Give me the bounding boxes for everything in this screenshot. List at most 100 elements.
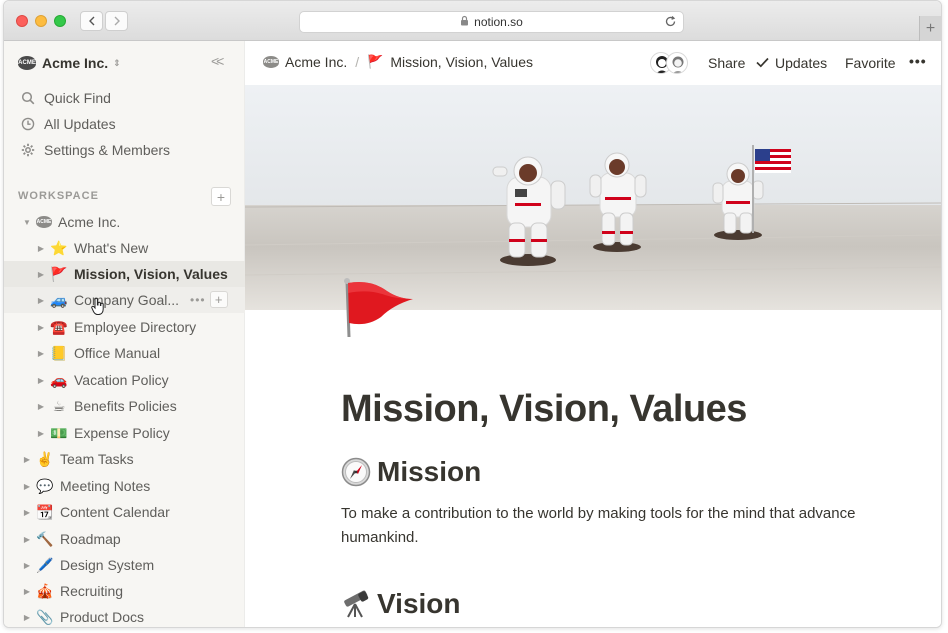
triangle-right-icon[interactable]: ▶: [22, 561, 32, 570]
browser-window: notion.so + ACME Acme Inc. ⇕ << Quick Fi…: [3, 0, 942, 628]
sidebar-item-label: Office Manual: [74, 345, 161, 361]
address-bar[interactable]: notion.so: [299, 11, 684, 33]
breadcrumb-separator: /: [355, 54, 360, 70]
checkmark-icon: [756, 55, 769, 71]
page-icon-flag[interactable]: [341, 277, 415, 344]
mission-paragraph[interactable]: To make a contribution to the world by m…: [341, 502, 861, 550]
workspace-switcher[interactable]: ACME Acme Inc. ⇕: [18, 53, 121, 73]
triangle-right-icon[interactable]: ▶: [36, 323, 46, 332]
car-icon: 🚗: [50, 371, 68, 388]
sidebar-item-meeting-notes[interactable]: ▶ 💬 Meeting Notes: [4, 473, 245, 499]
sidebar-item-label: Design System: [60, 557, 155, 573]
all-updates-item[interactable]: All Updates: [4, 111, 245, 137]
sidebar-item-mission-vision-values[interactable]: ▶ 🚩 Mission, Vision, Values: [4, 261, 245, 287]
triangle-down-icon[interactable]: ▼: [22, 218, 32, 227]
forward-button[interactable]: [105, 11, 128, 31]
speech-bubble-icon: 💬: [36, 477, 54, 494]
sidebar-item-product-docs[interactable]: ▶ 📎 Product Docs: [4, 604, 245, 627]
vision-heading-text: Vision: [377, 588, 461, 619]
zoom-window-button[interactable]: [54, 15, 66, 27]
triangle-right-icon[interactable]: ▶: [36, 376, 46, 385]
triangle-right-icon[interactable]: ▶: [22, 482, 32, 491]
compass-icon: [341, 457, 371, 487]
more-options-icon[interactable]: •••: [190, 293, 206, 307]
triangle-right-icon[interactable]: ▶: [36, 402, 46, 411]
triangle-right-icon[interactable]: ▶: [22, 455, 32, 464]
row-actions: ••• +: [190, 291, 228, 308]
close-window-button[interactable]: [16, 15, 28, 27]
quick-find-item[interactable]: Quick Find: [4, 85, 245, 111]
reload-icon[interactable]: [664, 15, 677, 31]
flag-icon: 🚩: [50, 265, 68, 282]
updates-button[interactable]: Updates: [756, 55, 827, 71]
sidebar-item-benefits-policies[interactable]: ▶ ☕ Benefits Policies: [4, 393, 245, 419]
breadcrumb-workspace[interactable]: Acme Inc.: [285, 54, 347, 70]
sidebar-item-company-goals[interactable]: ▶ 🚙 Company Goal... ••• +: [4, 287, 245, 313]
sidebar-item-label: What's New: [74, 240, 149, 256]
triangle-right-icon[interactable]: ▶: [22, 613, 32, 622]
share-button[interactable]: Share: [708, 55, 745, 71]
url-text: notion.so: [474, 15, 523, 29]
back-button[interactable]: [80, 11, 103, 31]
triangle-right-icon[interactable]: ▶: [36, 296, 46, 305]
sidebar-item-roadmap[interactable]: ▶ 🔨 Roadmap: [4, 526, 245, 552]
page-title[interactable]: Mission, Vision, Values: [341, 388, 747, 431]
sidebar-item-design-system[interactable]: ▶ 🖊️ Design System: [4, 552, 245, 578]
settings-members-item[interactable]: Settings & Members: [4, 137, 245, 163]
workspace-name: Acme Inc.: [42, 55, 109, 71]
sidebar-item-office-manual[interactable]: ▶ 📒 Office Manual: [4, 340, 245, 366]
collaborator-avatars[interactable]: [650, 52, 692, 74]
more-options-icon[interactable]: •••: [909, 53, 927, 69]
new-tab-button[interactable]: +: [919, 16, 941, 41]
workspace-logo-icon: ACME: [36, 216, 52, 228]
updates-label: Updates: [775, 55, 828, 71]
paperclip-icon: 📎: [36, 608, 54, 625]
sidebar-item-label: Company Goal...: [74, 292, 180, 308]
sidebar-item-recruiting[interactable]: ▶ 🎪 Recruiting: [4, 578, 245, 604]
triangle-right-icon[interactable]: ▶: [22, 587, 32, 596]
triangle-right-icon[interactable]: ▶: [36, 349, 46, 358]
notebook-icon: 📒: [50, 344, 68, 361]
avatar[interactable]: [666, 52, 688, 74]
circus-tent-icon: 🎪: [36, 582, 54, 599]
main-content: ACME Acme Inc. / 🚩 Mission, Vision, Valu…: [245, 41, 941, 627]
triangle-right-icon[interactable]: ▶: [36, 270, 46, 279]
coffee-icon: ☕: [52, 397, 66, 414]
minimize-window-button[interactable]: [35, 15, 47, 27]
telephone-icon: ☎️: [50, 318, 68, 335]
breadcrumb: ACME Acme Inc. / 🚩 Mission, Vision, Valu…: [263, 54, 533, 70]
mission-heading[interactable]: Mission: [341, 456, 481, 488]
collapse-sidebar-icon[interactable]: <<: [211, 53, 224, 69]
add-page-button[interactable]: +: [211, 187, 231, 206]
triangle-right-icon[interactable]: ▶: [36, 429, 46, 438]
sidebar-item-label: Employee Directory: [74, 319, 197, 335]
triangle-right-icon[interactable]: ▶: [36, 244, 46, 253]
star-icon: ⭐: [50, 239, 68, 256]
breadcrumb-page[interactable]: Mission, Vision, Values: [390, 54, 533, 70]
page-topbar: ACME Acme Inc. / 🚩 Mission, Vision, Valu…: [245, 41, 941, 85]
sidebar-item-acme-inc[interactable]: ▼ ACME Acme Inc.: [4, 209, 245, 235]
settings-members-label: Settings & Members: [44, 142, 171, 158]
hand-cursor-icon: [91, 298, 104, 315]
sidebar-item-expense-policy[interactable]: ▶ 💵 Expense Policy: [4, 420, 245, 446]
sidebar-item-employee-directory[interactable]: ▶ ☎️ Employee Directory: [4, 314, 245, 340]
sidebar-item-whats-new[interactable]: ▶ ⭐ What's New: [4, 235, 245, 261]
add-subpage-button[interactable]: +: [209, 291, 228, 308]
sidebar-item-content-calendar[interactable]: ▶ 📆 Content Calendar: [4, 499, 245, 525]
vision-heading[interactable]: Vision: [341, 588, 461, 620]
sidebar-item-team-tasks[interactable]: ▶ ✌️ Team Tasks: [4, 446, 245, 472]
triangle-right-icon[interactable]: ▶: [22, 535, 32, 544]
sidebar-item-vacation-policy[interactable]: ▶ 🚗 Vacation Policy: [4, 367, 245, 393]
gear-icon: [20, 142, 36, 158]
favorite-button[interactable]: Favorite: [845, 55, 896, 71]
chevron-right-icon: [114, 16, 120, 26]
money-icon: 💵: [50, 424, 68, 441]
workspace-section-label: WORKSPACE: [18, 190, 99, 202]
flag-icon: 🚩: [367, 54, 384, 69]
workspace-logo-icon: ACME: [18, 56, 36, 70]
sidebar-item-label: Meeting Notes: [60, 478, 151, 494]
sidebar-item-label: Vacation Policy: [74, 372, 169, 388]
search-icon: [20, 90, 36, 106]
triangle-right-icon[interactable]: ▶: [22, 508, 32, 517]
chevron-left-icon: [88, 16, 94, 26]
